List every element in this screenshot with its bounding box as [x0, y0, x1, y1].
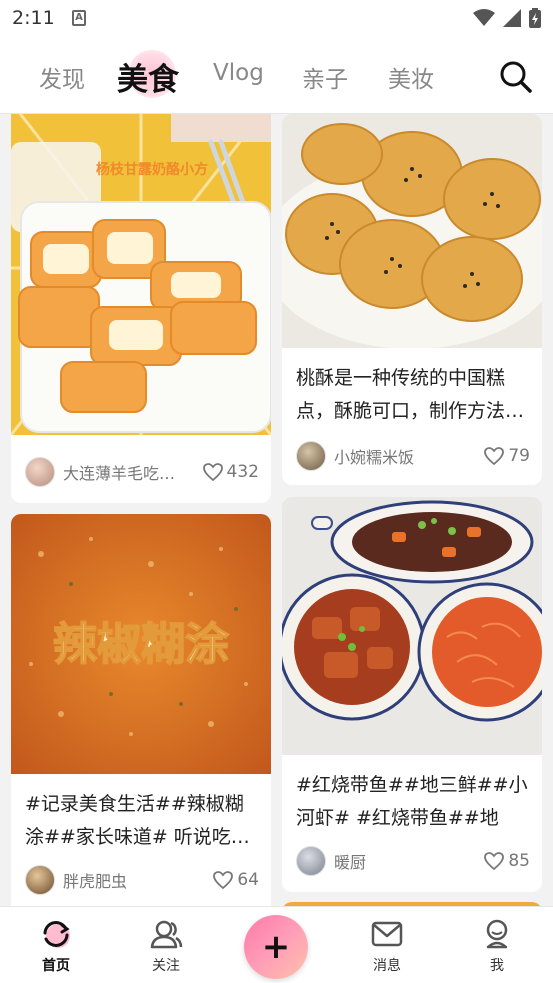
card-image-home-dishes [282, 497, 542, 755]
likes-count: 79 [508, 446, 530, 466]
search-icon[interactable] [499, 60, 533, 94]
avatar[interactable] [296, 441, 326, 471]
system-icons [473, 8, 541, 28]
mail-icon [371, 921, 403, 947]
nav-profile[interactable]: 我 [462, 917, 532, 975]
avatar[interactable] [25, 457, 55, 487]
author-name[interactable]: 暖厨 [334, 849, 484, 873]
nav-follow-label: 关注 [152, 958, 180, 974]
like-counter[interactable]: 432 [202, 462, 259, 482]
feed-card[interactable]: 杨枝甘露奶酪小方 大连薄羊毛吃… 432 [11, 114, 271, 503]
likes-count: 432 [226, 462, 259, 482]
category-tabs: 发现 美食 Vlog 亲子 美妆 [0, 40, 553, 114]
nav-follow[interactable]: 关注 [131, 917, 201, 975]
nav-messages-label: 消息 [373, 958, 401, 974]
status-time: 2:11 [12, 7, 55, 29]
like-counter[interactable]: 64 [213, 870, 259, 890]
nav-messages[interactable]: 消息 [352, 917, 422, 975]
status-bar: 2:11 A [0, 0, 553, 40]
tab-parenting[interactable]: 亲子 [302, 60, 348, 94]
bottom-nav: 首页 关注 + 消息 我 [0, 906, 553, 983]
nav-profile-label: 我 [490, 958, 504, 974]
battery-icon [529, 8, 541, 28]
tab-food[interactable]: 美食 [117, 54, 179, 99]
card-footer: 大连薄羊毛吃… 432 [25, 456, 259, 488]
card-image-walnut-cookies [282, 114, 542, 348]
card-image-chili-paste: 辣椒糊涂 [11, 514, 271, 774]
image-caption-text: 辣椒糊涂 [53, 620, 229, 669]
card-title[interactable]: #红烧带鱼##地三鲜##小河虾# #红烧带鱼##地三… [296, 769, 530, 835]
author-name[interactable]: 大连薄羊毛吃… [63, 460, 203, 484]
create-post-button[interactable]: + [244, 915, 308, 979]
nav-home-label: 首页 [42, 958, 70, 974]
tab-vlog[interactable]: Vlog [213, 60, 264, 86]
like-counter[interactable]: 85 [484, 851, 530, 871]
follow-people-icon [150, 920, 183, 949]
feed-card[interactable]: #红烧带鱼##地三鲜##小河虾# #红烧带鱼##地三… 暖厨 85 [282, 497, 542, 892]
avatar[interactable] [296, 846, 326, 876]
feed-card[interactable]: 桃酥是一种传统的中国糕点，酥脆可口，制作方法… 小婉糯米饭 79 [282, 114, 542, 485]
card-title[interactable]: 桃酥是一种传统的中国糕点，酥脆可口，制作方法… [296, 362, 530, 428]
notification-icon: A [72, 10, 86, 26]
wifi-icon [473, 9, 495, 26]
nav-home[interactable]: 首页 [21, 917, 91, 975]
like-counter[interactable]: 79 [484, 446, 530, 466]
food-feed: 杨枝甘露奶酪小方 大连薄羊毛吃… 432 桃酥是一种传统的中国糕点，酥脆可口，制… [0, 114, 553, 906]
card-footer: 小婉糯米饭 79 [296, 440, 530, 472]
card-footer: 暖厨 85 [296, 845, 530, 877]
avatar[interactable] [25, 865, 55, 895]
card-title[interactable]: #记录美食生活##辣椒糊涂##家长味道# 听说吃… [25, 788, 259, 854]
author-name[interactable]: 胖虎肥虫 [63, 868, 213, 892]
heart-icon[interactable] [213, 871, 234, 889]
card-image-mango-cheese: 杨枝甘露奶酪小方 [11, 114, 271, 435]
image-caption-text: 杨枝甘露奶酪小方 [96, 161, 208, 177]
tab-beauty[interactable]: 美妆 [388, 60, 434, 94]
home-refresh-icon [43, 921, 70, 948]
signal-icon [503, 9, 521, 27]
card-footer: 胖虎肥虫 64 [25, 864, 259, 896]
heart-icon[interactable] [484, 447, 505, 465]
feed-card[interactable]: 辣椒糊涂 #记录美食生活##辣椒糊涂##家长味道# 听说吃… 胖虎肥虫 64 [11, 514, 271, 906]
author-name[interactable]: 小婉糯米饭 [334, 444, 484, 468]
heart-icon[interactable] [202, 463, 223, 481]
plus-icon: + [261, 927, 291, 967]
profile-icon [486, 919, 508, 949]
likes-count: 64 [237, 870, 259, 890]
likes-count: 85 [508, 851, 530, 871]
tab-discover[interactable]: 发现 [39, 60, 85, 94]
heart-icon[interactable] [484, 852, 505, 870]
